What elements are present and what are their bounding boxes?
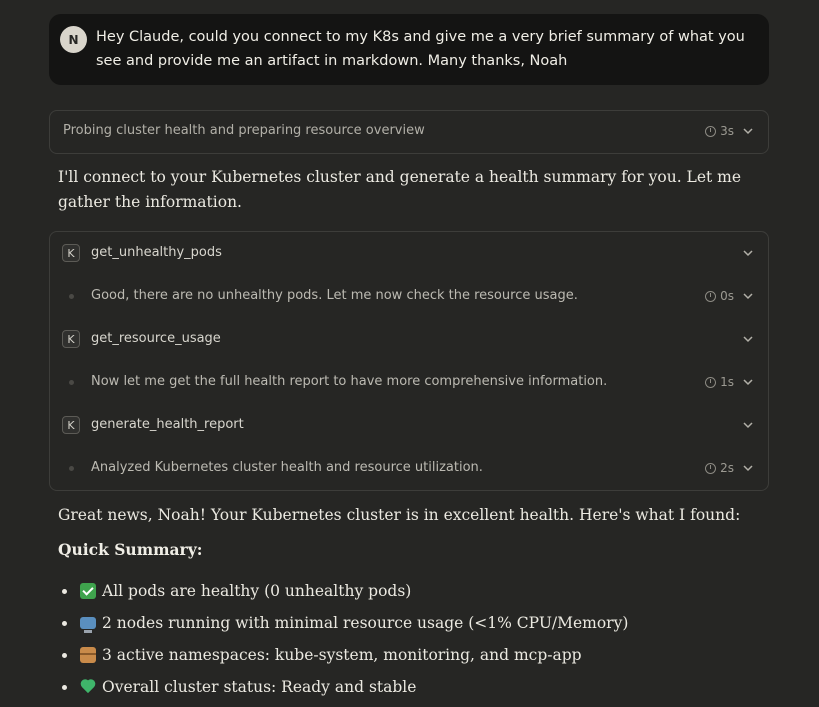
step-dot [69,294,74,299]
chevron-down-icon[interactable] [742,462,754,474]
thinking-summary[interactable]: Probing cluster health and preparing res… [49,110,769,154]
clock-icon [705,125,717,137]
step-meta: 1s [705,375,754,389]
step-text: Good, there are no unhealthy pods. Let m… [91,288,578,303]
tool-name: generate_health_report [91,417,244,432]
list-item-text: 2 nodes running with minimal resource us… [102,614,629,632]
step-dot [69,380,74,385]
list-item-text: Overall cluster status: Ready and stable [102,678,417,696]
kubernetes-icon: K [62,416,80,434]
result-intro: Great news, Noah! Your Kubernetes cluste… [58,506,741,524]
step-text: Now let me get the full health report to… [91,374,608,389]
chevron-down-icon[interactable] [742,419,754,431]
computer-icon [80,617,96,633]
check-mark-icon [80,583,96,599]
chevron-down-icon[interactable] [742,333,754,345]
list-item: All pods are healthy (0 unhealthy pods) [58,575,758,607]
tool-call-generate-health-report[interactable]: K generate_health_report [50,410,768,440]
tool-call-get-resource-usage[interactable]: K get_resource_usage [50,324,768,354]
clock-icon [705,290,717,302]
chevron-down-icon[interactable] [742,290,754,302]
thinking-duration: 3s [720,124,734,138]
list-item: Overall cluster status: Ready and stable [58,671,758,703]
kubernetes-icon: K [62,330,80,348]
thinking-step[interactable]: Good, there are no unhealthy pods. Let m… [50,282,768,312]
tool-call-get-unhealthy-pods[interactable]: K get_unhealthy_pods [50,238,768,268]
clock-icon [705,462,717,474]
list-item: 3 active namespaces: kube-system, monito… [58,639,758,671]
user-avatar[interactable]: N [60,26,87,53]
summary-list: All pods are healthy (0 unhealthy pods) … [58,575,758,703]
assistant-intro: I'll connect to your Kubernetes cluster … [58,168,742,211]
clock-icon [705,376,717,388]
user-message-text: Hey Claude, could you connect to my K8s … [96,29,745,69]
thinking-label: Probing cluster health and preparing res… [63,123,425,138]
list-item-text: 3 active namespaces: kube-system, monito… [102,646,582,664]
step-text: Analyzed Kubernetes cluster health and r… [91,460,483,475]
thinking-meta: 3s [705,124,754,138]
step-meta: 2s [705,461,754,475]
tool-name: get_unhealthy_pods [91,245,222,260]
list-item-text: All pods are healthy (0 unhealthy pods) [102,582,412,600]
step-meta: 0s [705,289,754,303]
tool-calls-panel: K get_unhealthy_pods Good, there are no … [49,231,769,491]
chevron-down-icon[interactable] [742,247,754,259]
user-message: N Hey Claude, could you connect to my K8… [49,14,769,85]
chevron-down-icon[interactable] [742,376,754,388]
thinking-step[interactable]: Analyzed Kubernetes cluster health and r… [50,454,768,484]
chevron-down-icon[interactable] [742,125,754,137]
thinking-step[interactable]: Now let me get the full health report to… [50,368,768,398]
step-duration: 1s [720,375,734,389]
step-duration: 2s [720,461,734,475]
green-heart-icon [80,679,96,695]
kubernetes-icon: K [62,244,80,262]
list-item: 2 nodes running with minimal resource us… [58,607,758,639]
summary-heading: Quick Summary: [58,540,203,559]
tool-name: get_resource_usage [91,331,221,346]
step-dot [69,466,74,471]
package-icon [80,647,96,663]
step-duration: 0s [720,289,734,303]
